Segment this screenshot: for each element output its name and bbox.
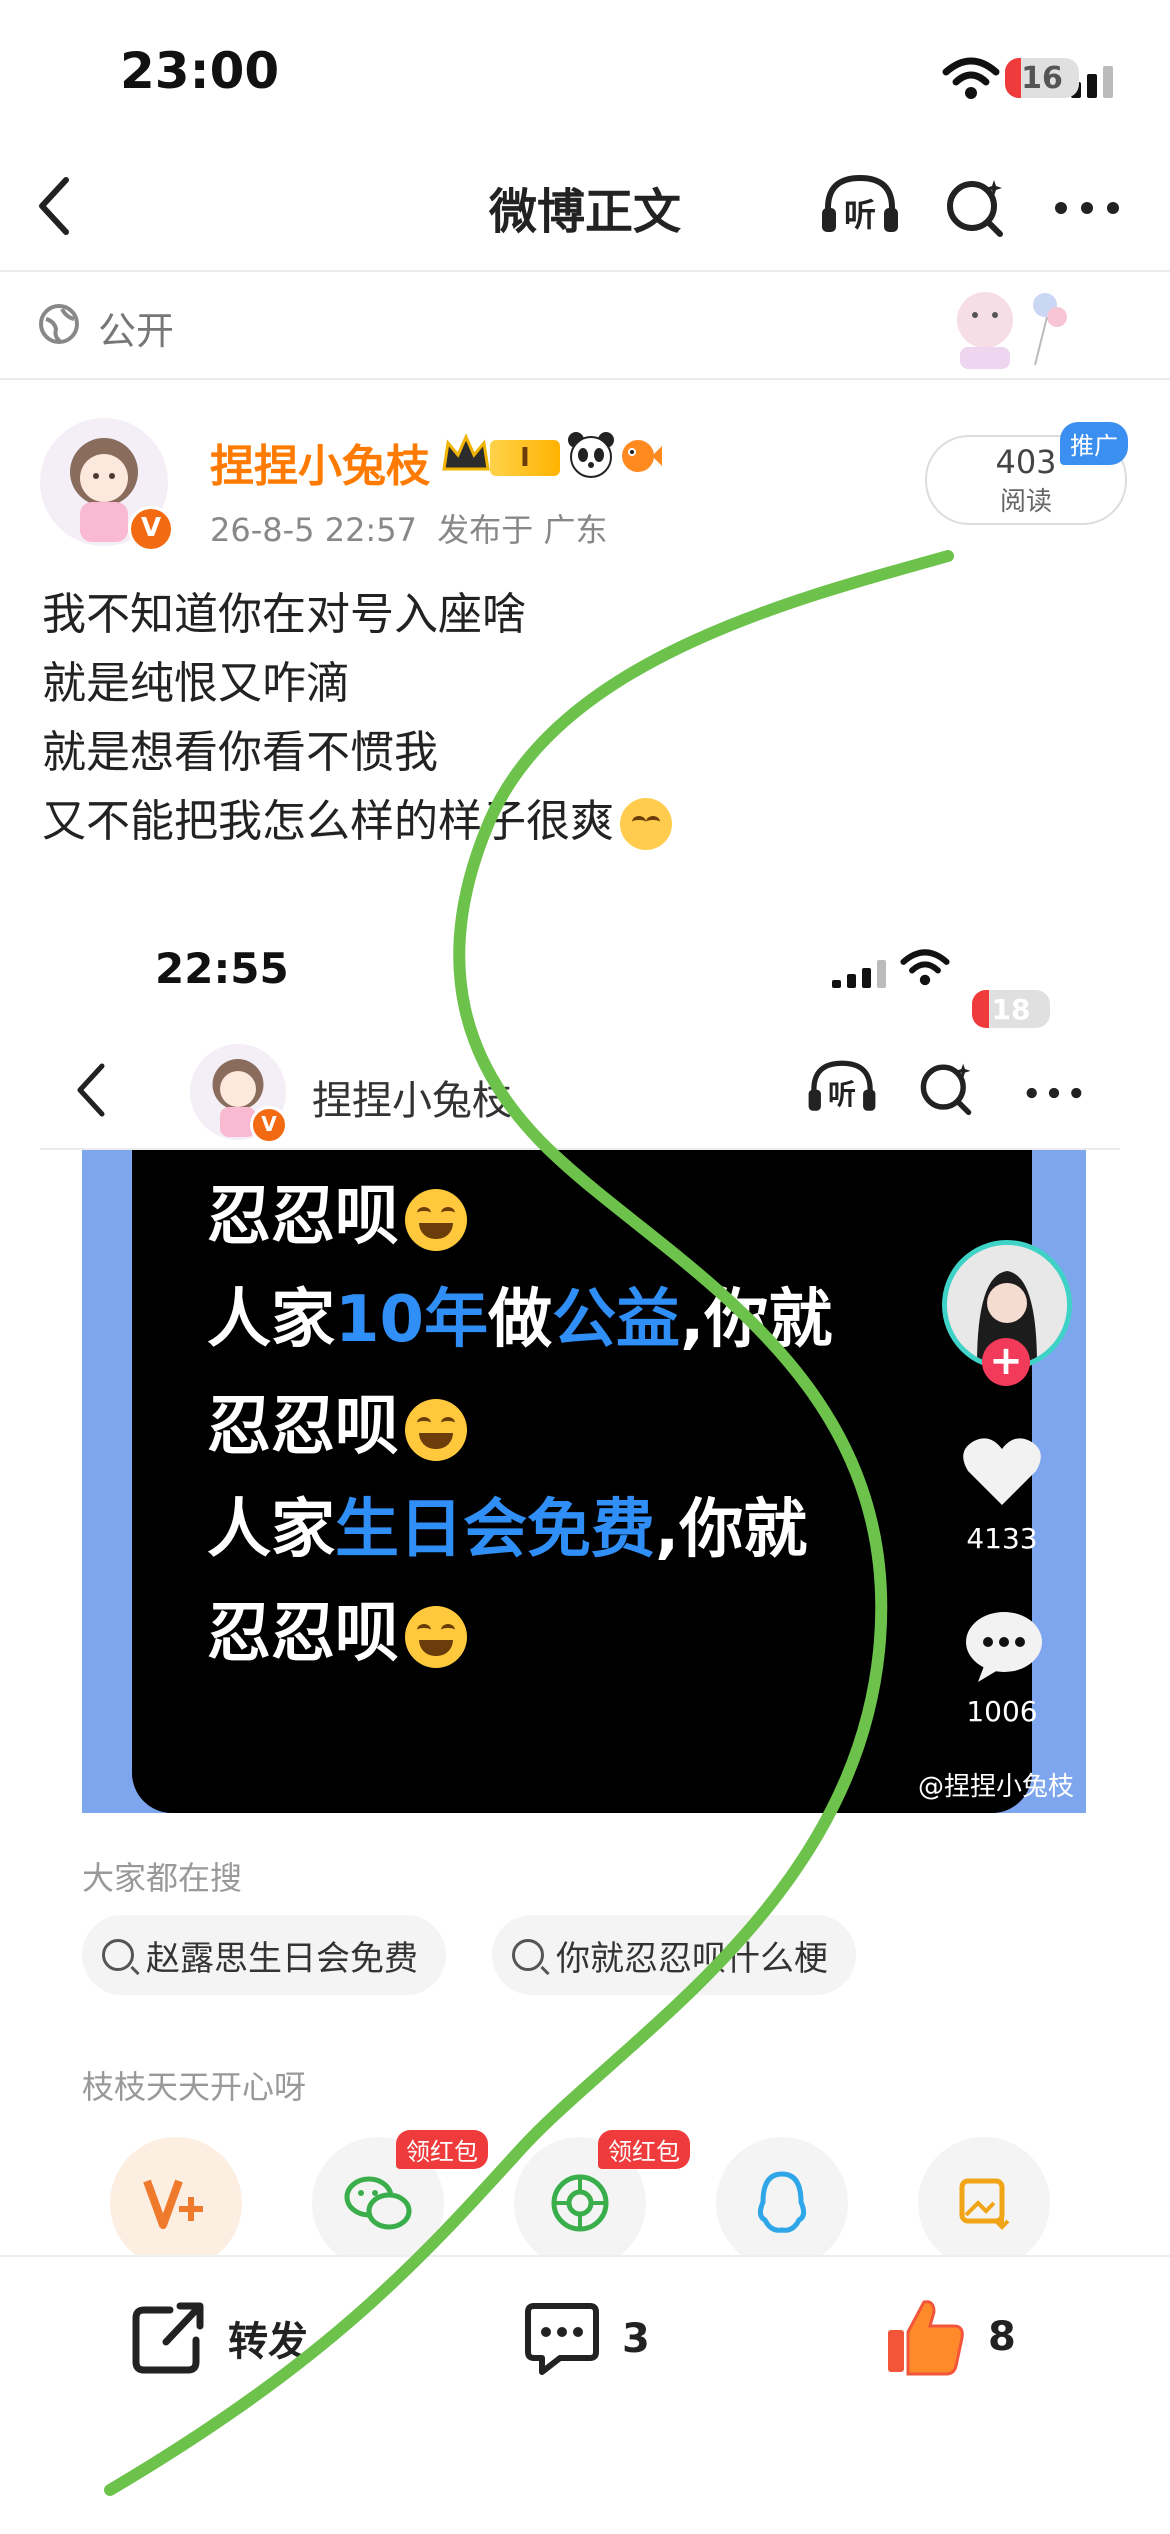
annotation-stroke <box>104 550 954 2496</box>
